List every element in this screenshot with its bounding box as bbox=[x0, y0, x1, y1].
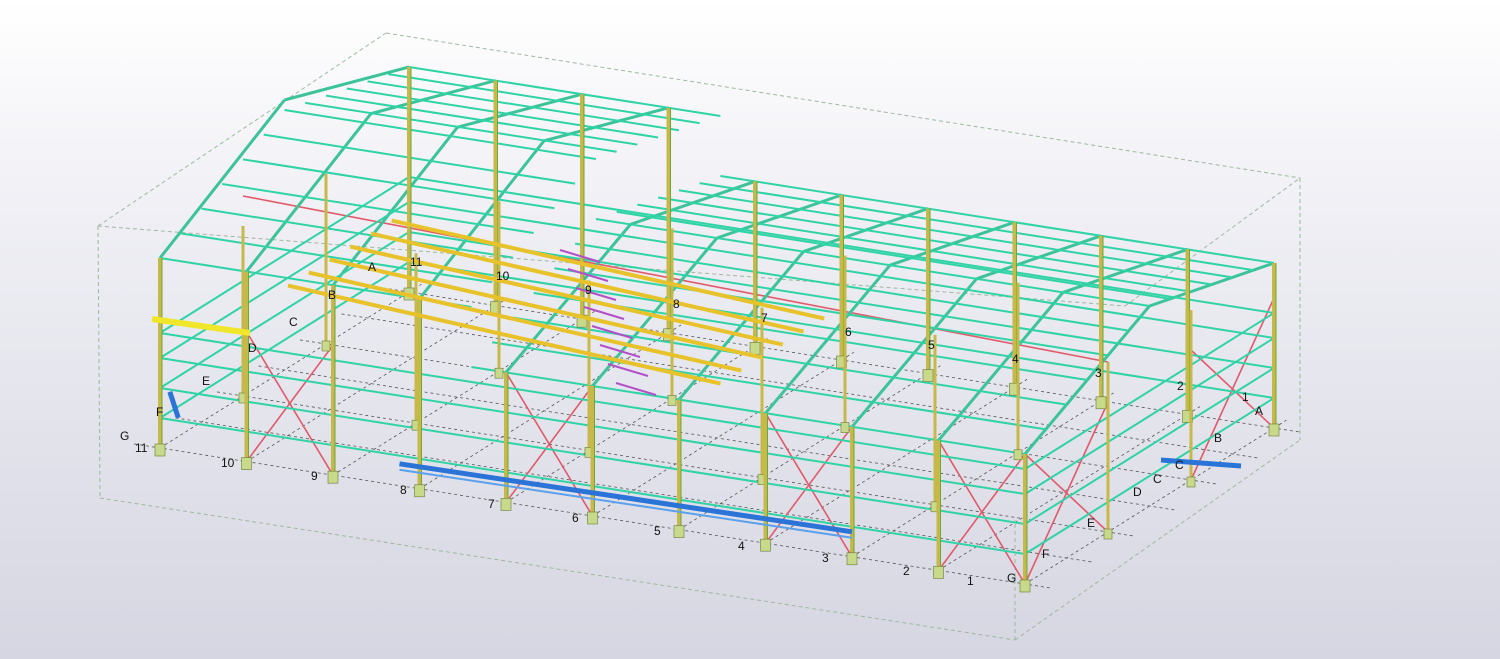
concrete-pedestal bbox=[922, 369, 934, 382]
concrete-pedestal bbox=[494, 367, 504, 379]
concrete-pedestal bbox=[760, 538, 771, 552]
top-label-6: 6 bbox=[845, 325, 852, 339]
concrete-pedestal bbox=[840, 422, 850, 433]
bbox-edge bbox=[99, 497, 1016, 641]
model-viewport[interactable]: 11 10 9 8 7 6 5 4 3 2 1 A B C D E F G C … bbox=[0, 0, 1500, 659]
concrete-pedestal bbox=[846, 552, 858, 566]
roof-purlin bbox=[388, 73, 700, 125]
roof-purlin bbox=[305, 101, 617, 153]
roof-purlin bbox=[491, 341, 1046, 431]
grid-label-G: G bbox=[1007, 571, 1016, 585]
grid-label-1: 1 bbox=[967, 574, 974, 588]
concrete-pedestal bbox=[1186, 476, 1196, 488]
bounding-box bbox=[97, 32, 1301, 641]
roof-purlin bbox=[180, 232, 493, 284]
cross-bracing bbox=[242, 195, 1275, 585]
top-label-D: D bbox=[248, 341, 257, 355]
grid-line bbox=[175, 417, 1093, 563]
grid-label-11: 11 bbox=[135, 441, 148, 455]
top-label-A: A bbox=[368, 260, 376, 274]
concrete-pedestal bbox=[321, 340, 331, 352]
top-label-1: 1 bbox=[1242, 390, 1249, 404]
grid-label-4: 4 bbox=[738, 539, 745, 553]
top-label-11: 11 bbox=[410, 255, 423, 269]
top-label-G: G bbox=[120, 429, 129, 443]
concrete-pedestal bbox=[1095, 396, 1107, 410]
wall-girt bbox=[1024, 397, 1275, 555]
grid-label-3: 3 bbox=[822, 551, 829, 565]
grid-label-C: C bbox=[1175, 458, 1184, 472]
top-label-E: E bbox=[202, 374, 210, 388]
roof-purlin bbox=[512, 316, 1067, 406]
roof-purlin bbox=[325, 94, 638, 146]
top-label-4: 4 bbox=[1012, 352, 1019, 366]
concrete-pedestal bbox=[1268, 423, 1280, 437]
top-label-F: F bbox=[156, 405, 163, 419]
end-platform bbox=[1160, 457, 1242, 469]
concrete-pedestal bbox=[673, 525, 685, 538]
grid-label-inner-C: C bbox=[1153, 472, 1162, 486]
grid-label-6: 6 bbox=[572, 511, 579, 525]
grid-label-9: 9 bbox=[311, 469, 318, 483]
concrete-pedestal bbox=[749, 342, 761, 355]
concrete-pedestal bbox=[1103, 528, 1113, 540]
side-platform bbox=[167, 391, 181, 419]
grid-label-E: E bbox=[1087, 516, 1095, 530]
top-label-B: B bbox=[328, 288, 336, 302]
grid-label-7: 7 bbox=[488, 497, 495, 511]
concrete-pedestal bbox=[933, 566, 944, 579]
grid-label-A: A bbox=[1255, 404, 1263, 418]
top-label-10: 10 bbox=[496, 269, 510, 283]
roof-purlin bbox=[284, 109, 597, 160]
roof-purlin bbox=[222, 183, 534, 234]
concrete-pedestal bbox=[1013, 449, 1023, 461]
roof-purlin bbox=[367, 80, 680, 132]
concrete-pedestal bbox=[241, 457, 252, 470]
roof-purlin bbox=[201, 207, 514, 259]
wall-girt bbox=[1024, 337, 1275, 495]
grid-label-10: 10 bbox=[221, 456, 235, 470]
selected-member bbox=[151, 316, 251, 336]
top-label-8: 8 bbox=[673, 297, 680, 311]
concrete-pedestal bbox=[414, 484, 425, 498]
bbox-edge bbox=[97, 32, 387, 227]
concrete-pedestal bbox=[667, 395, 677, 406]
concrete-pedestal bbox=[500, 498, 512, 511]
structural-3d-model[interactable]: 11 10 9 8 7 6 5 4 3 2 1 A B C D E F G C … bbox=[0, 0, 1500, 659]
top-label-2: 2 bbox=[1177, 379, 1184, 393]
grid-label-8: 8 bbox=[400, 483, 407, 497]
roof-purlin bbox=[471, 365, 1026, 455]
grid-label-D: D bbox=[1133, 485, 1142, 499]
concrete-pedestal bbox=[1019, 579, 1031, 593]
grid-label-2: 2 bbox=[903, 564, 910, 578]
concrete-pedestal bbox=[154, 443, 166, 457]
grid-label-B: B bbox=[1214, 431, 1222, 445]
concrete-pedestal bbox=[327, 470, 339, 484]
top-label-7: 7 bbox=[761, 311, 768, 325]
concrete-pedestal bbox=[587, 511, 598, 525]
top-label-9: 9 bbox=[585, 283, 592, 297]
crane-beam bbox=[399, 461, 853, 535]
top-label-C: C bbox=[289, 315, 298, 329]
roof-purlin bbox=[346, 87, 659, 139]
crane-beam-edge bbox=[399, 468, 853, 539]
crane-beams bbox=[167, 391, 1242, 539]
rafter bbox=[158, 99, 286, 259]
bbox-edge bbox=[97, 225, 101, 499]
grid-label-F: F bbox=[1042, 547, 1049, 561]
grid-label-5: 5 bbox=[654, 524, 661, 538]
top-label-3: 3 bbox=[1095, 366, 1102, 380]
end-wall-bracing bbox=[1024, 453, 1109, 533]
top-label-5: 5 bbox=[928, 338, 935, 352]
